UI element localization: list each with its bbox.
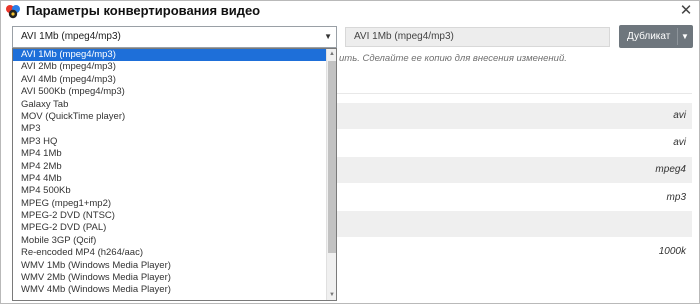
- dropdown-option[interactable]: MPEG-2 DVD (NTSC): [13, 210, 327, 222]
- button-separator: [677, 28, 678, 45]
- dropdown-option[interactable]: WMV 1Mb (Windows Media Player): [13, 260, 327, 272]
- dropdown-option[interactable]: MP4 4Mb: [13, 173, 327, 185]
- dropdown-option[interactable]: MP4 2Mb: [13, 161, 327, 173]
- dropdown-option[interactable]: WMV 2Mb (Windows Media Player): [13, 272, 327, 284]
- dropdown-arrow-icon[interactable]: ▼: [681, 25, 689, 48]
- dropdown-scrollbar[interactable]: ▲ ▼: [326, 49, 336, 300]
- dropdown-options: AVI 1Mb (mpeg4/mp3) AVI 2Mb (mpeg4/mp3) AV…: [13, 49, 327, 297]
- chevron-down-icon[interactable]: ▼: [324, 27, 332, 47]
- dropdown-option[interactable]: Re-encoded MP4 (h264/aac): [13, 247, 327, 259]
- preset-select-value: AVI 1Mb (mpeg4/mp3): [21, 31, 121, 42]
- duplicate-button[interactable]: Дубликат ▼: [619, 25, 693, 48]
- dropdown-option[interactable]: AVI 500Kb (mpeg4/mp3): [13, 86, 327, 98]
- scrollbar-thumb[interactable]: [328, 61, 336, 253]
- dropdown-option[interactable]: MOV (QuickTime player): [13, 111, 327, 123]
- scroll-down-icon[interactable]: ▼: [327, 290, 336, 300]
- dropdown-option[interactable]: MP4 500Kb: [13, 185, 327, 197]
- dropdown-option[interactable]: MP3 HQ: [13, 136, 327, 148]
- readonly-hint: ить. Сделайте ее копию для внесения изме…: [339, 53, 567, 64]
- close-icon[interactable]: ✕: [678, 3, 694, 19]
- scroll-up-icon[interactable]: ▲: [327, 49, 336, 59]
- dropdown-option[interactable]: AVI 1Mb (mpeg4/mp3): [13, 49, 327, 62]
- preset-dropdown-list: AVI 1Mb (mpeg4/mp3) AVI 2Mb (mpeg4/mp3) AV…: [12, 48, 337, 301]
- dropdown-option[interactable]: WMV 4Mb (Windows Media Player): [13, 284, 327, 296]
- row-value: 1000k: [658, 246, 686, 257]
- window-title: Параметры конвертирования видео: [26, 3, 261, 18]
- dropdown-option[interactable]: AVI 4Mb (mpeg4/mp3): [13, 74, 327, 86]
- dropdown-option[interactable]: Mobile 3GP (Qcif): [13, 235, 327, 247]
- row-value: mp3: [666, 192, 686, 203]
- dropdown-option[interactable]: Galaxy Tab: [13, 99, 327, 111]
- row-value: avi: [673, 110, 686, 121]
- dropdown-option[interactable]: AVI 2Mb (mpeg4/mp3): [13, 61, 327, 73]
- dropdown-option[interactable]: MP3: [13, 123, 327, 135]
- duplicate-button-label: Дубликат: [627, 31, 671, 42]
- dropdown-option[interactable]: MPEG-2 DVD (PAL): [13, 222, 327, 234]
- row-value: mpeg4: [655, 164, 686, 175]
- preset-name-field[interactable]: AVI 1Mb (mpeg4/mp3): [345, 27, 610, 47]
- preset-select[interactable]: AVI 1Mb (mpeg4/mp3) ▼: [12, 26, 337, 48]
- dropdown-option[interactable]: MP4 1Mb: [13, 148, 327, 160]
- app-logo-icon: [6, 5, 20, 19]
- row-value: avi: [673, 137, 686, 148]
- dropdown-option[interactable]: MPEG (mpeg1+mp2): [13, 198, 327, 210]
- title-bar: Параметры конвертирования видео ✕: [1, 1, 699, 22]
- settings-window: Параметры конвертирования видео ✕ AVI 1M…: [0, 0, 700, 304]
